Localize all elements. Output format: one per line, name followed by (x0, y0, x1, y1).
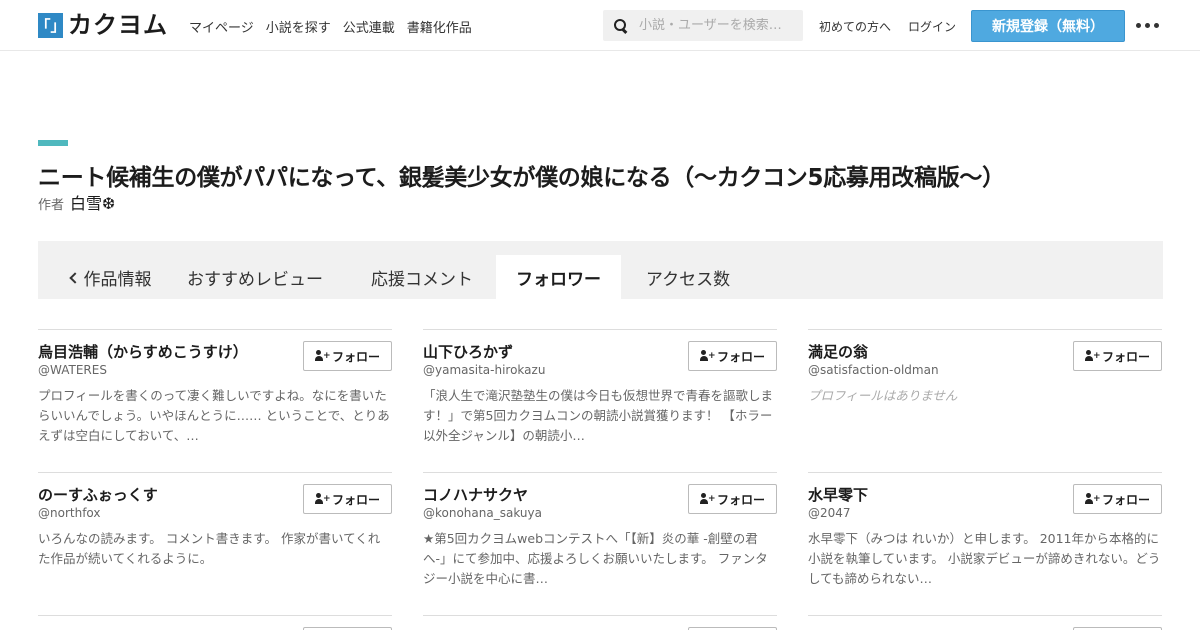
follow-button[interactable]: + フォロー (688, 341, 777, 371)
follower-card-partial (38, 615, 392, 630)
author-name-link[interactable]: 白雪❆ (70, 190, 115, 214)
tab-label: 作品情報 (83, 269, 152, 290)
search-box (603, 10, 803, 41)
follow-button[interactable]: + フォロー (1073, 484, 1162, 514)
signup-button[interactable]: 新規登録（無料） (971, 10, 1125, 42)
user-plus-icon: + (1084, 493, 1101, 505)
follower-name[interactable]: 山下ひろかず (423, 341, 513, 362)
user-plus-icon: + (699, 493, 716, 505)
logo-mark-icon: 「」 (36, 13, 66, 38)
follower-handle: @satisfaction-oldman (808, 363, 939, 377)
follower-card: コノハナサクヤ @konohana_sakuya + フォロー ★第5回カクヨム… (423, 472, 777, 602)
search-input[interactable] (639, 18, 799, 33)
search-icon[interactable] (613, 18, 629, 34)
logo-text: カクヨム (68, 11, 168, 39)
site-logo[interactable]: 「」 カクヨム (36, 11, 168, 39)
tab-support-comments[interactable]: 応援コメント (357, 255, 487, 299)
follower-card-partial (808, 615, 1162, 630)
follower-card-partial (423, 615, 777, 630)
follow-button[interactable]: + フォロー (303, 484, 392, 514)
follow-label: フォロー (716, 349, 765, 364)
follow-label: フォロー (1101, 492, 1150, 507)
follow-button[interactable]: + フォロー (688, 484, 777, 514)
main-nav: マイページ 小説を探す 公式連載 書籍化作品 (189, 17, 472, 36)
first-time-link[interactable]: 初めての方へ (819, 18, 891, 35)
follower-name[interactable]: 満足の翁 (808, 341, 868, 362)
follower-card: 烏目浩輔（からすめこうすけ） @WATERES + フォロー プロフィールを書く… (38, 329, 392, 459)
follower-handle: @yamasita-hirokazu (423, 363, 546, 377)
follower-card: 満足の翁 @satisfaction-oldman + フォロー プロフィールは… (808, 329, 1162, 459)
follow-label: フォロー (331, 492, 380, 507)
follower-handle: @2047 (808, 506, 851, 520)
follower-name[interactable]: コノハナサクヤ (423, 484, 528, 505)
follower-bio-empty: プロフィールはありません (808, 388, 958, 403)
user-plus-icon: + (314, 493, 331, 505)
user-plus-icon: + (699, 350, 716, 362)
nav-published-works[interactable]: 書籍化作品 (407, 17, 472, 36)
work-title[interactable]: ニート候補生の僕がパパになって、銀髪美少女が僕の娘になる（～カクコン5応募用改稿… (38, 158, 1005, 192)
follower-card: 水早零下 @2047 + フォロー 水早零下（みつは れいか）と申します。 20… (808, 472, 1162, 602)
follower-handle: @WATERES (38, 363, 107, 377)
follower-bio: 水早零下（みつは れいか）と申します。 2011年から本格的に小説を執筆していま… (808, 531, 1161, 586)
follower-bio: ★第5回カクヨムwebコンテストへ「【新】炎の華 -創壁の君へ-」にて参加中、応… (423, 531, 768, 586)
follower-name[interactable]: 烏目浩輔（からすめこうすけ） (38, 341, 248, 362)
follow-label: フォロー (331, 349, 380, 364)
follower-bio: 「浪人生で滝沢塾塾生の僕は今日も仮想世界で青春を謳歌します！」で第5回カクヨムコ… (423, 388, 774, 443)
nav-official-series[interactable]: 公式連載 (343, 17, 395, 36)
follower-handle: @konohana_sakuya (423, 506, 542, 520)
user-plus-icon: + (1084, 350, 1101, 362)
tab-recommended-reviews[interactable]: おすすめレビュー (177, 255, 333, 299)
nav-my-page[interactable]: マイページ (189, 17, 254, 36)
tab-access-count[interactable]: アクセス数 (632, 255, 744, 299)
login-link[interactable]: ログイン (908, 18, 956, 35)
user-plus-icon: + (314, 350, 331, 362)
follower-card: のーすふぉっくす @northfox + フォロー いろんなの読みます。 コメン… (38, 472, 392, 602)
follower-bio: プロフィールを書くのって凄く難しいですよね。なにを書いたらいいんでしょう。いやほ… (38, 388, 390, 443)
chevron-left-icon (68, 271, 81, 284)
tab-followers[interactable]: フォロワー (496, 255, 621, 299)
follow-label: フォロー (1101, 349, 1150, 364)
author-label: 作者 (38, 198, 65, 213)
follow-label: フォロー (716, 492, 765, 507)
site-header: 「」 カクヨム マイページ 小説を探す 公式連載 書籍化作品 初めての方へ ログ… (0, 0, 1200, 51)
follower-bio: いろんなの読みます。 コメント書きます。 作家が書いてくれた作品が続いてくれるよ… (38, 531, 381, 566)
author-line: 作者 白雪❆ (38, 190, 115, 214)
title-accent-bar (38, 140, 68, 146)
tab-work-info[interactable]: 作品情報 (55, 255, 167, 299)
follower-handle: @northfox (38, 506, 101, 520)
nav-find-novels[interactable]: 小説を探す (266, 17, 331, 36)
follow-button[interactable]: + フォロー (303, 341, 392, 371)
follow-button[interactable]: + フォロー (1073, 341, 1162, 371)
follower-name[interactable]: 水早零下 (808, 484, 868, 505)
follower-card: 山下ひろかず @yamasita-hirokazu + フォロー 「浪人生で滝沢… (423, 329, 777, 459)
more-menu-icon[interactable] (1136, 23, 1159, 28)
work-tabs: 作品情報 おすすめレビュー 応援コメント フォロワー アクセス数 (38, 241, 1163, 299)
follower-name[interactable]: のーすふぉっくす (38, 484, 158, 505)
